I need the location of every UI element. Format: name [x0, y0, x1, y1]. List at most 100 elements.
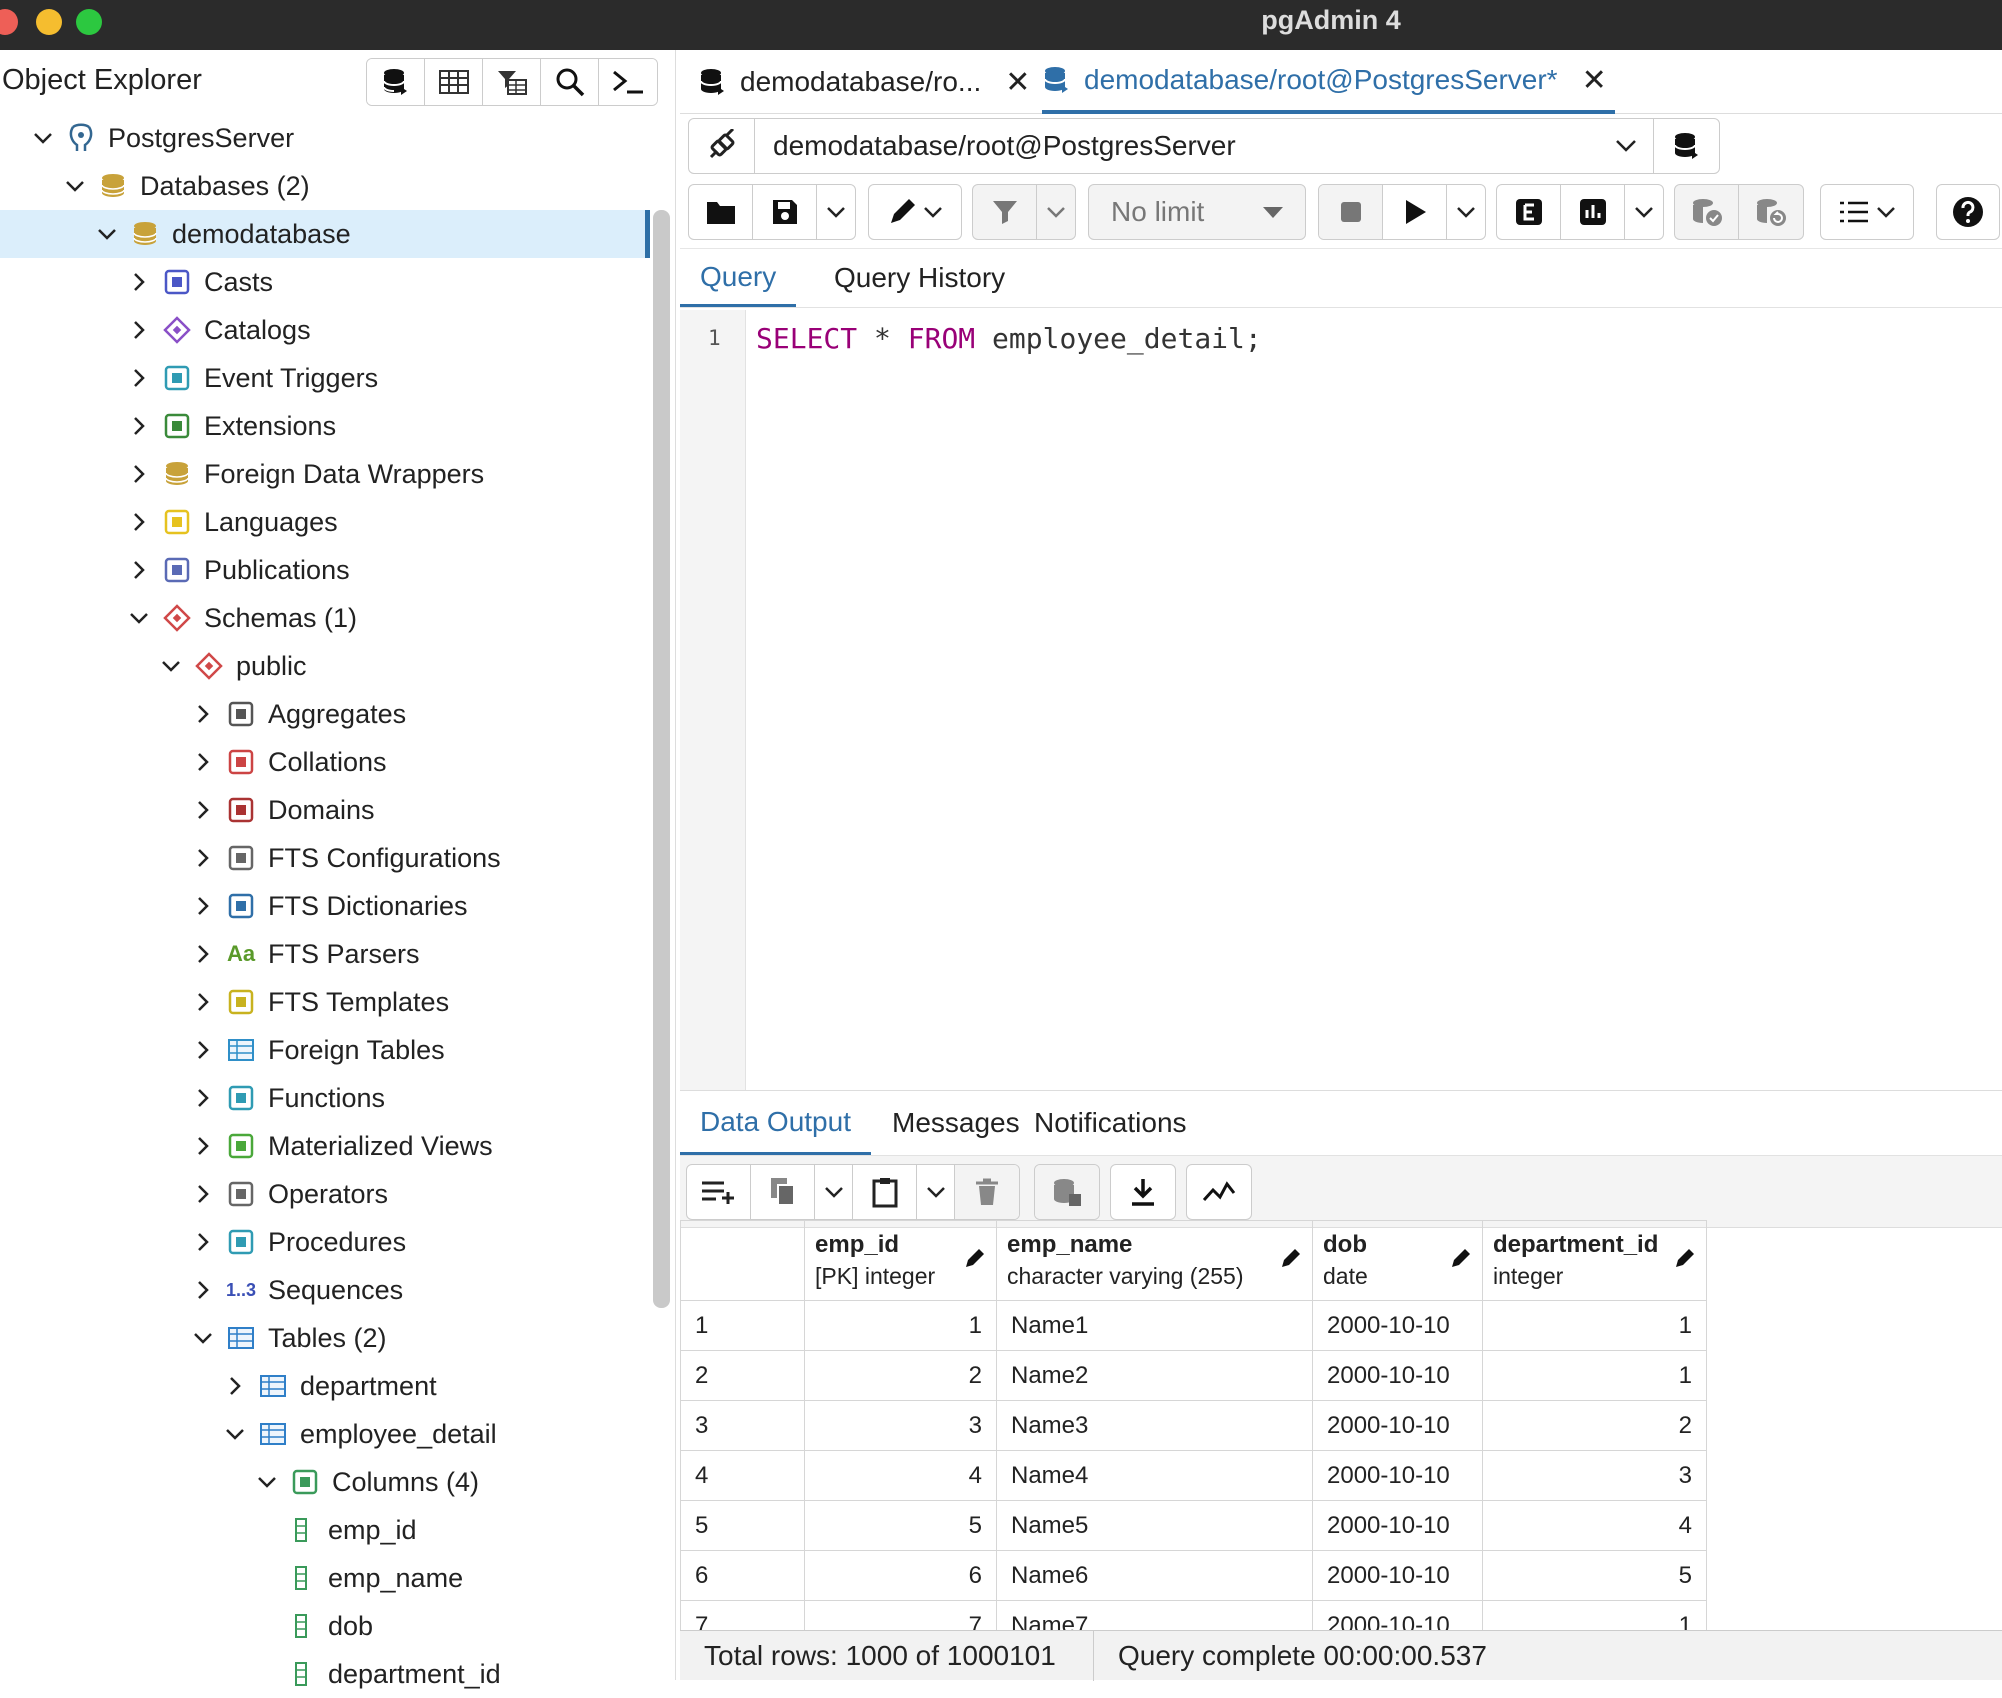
row-number-cell[interactable]: 5	[680, 1500, 805, 1551]
save-options-dropdown[interactable]	[817, 185, 855, 239]
sql-code-line[interactable]: SELECT * FROM employee_detail;	[756, 322, 1262, 355]
dob-cell[interactable]: 2000-10-10	[1312, 1500, 1483, 1551]
explain-analyze-button[interactable]	[1561, 185, 1625, 239]
tree-scrollbar[interactable]	[653, 210, 670, 1308]
chevron-right-icon[interactable]	[188, 1184, 218, 1204]
filter-button[interactable]	[973, 185, 1037, 239]
chevron-right-icon[interactable]	[188, 704, 218, 724]
chevron-down-icon[interactable]	[92, 228, 122, 240]
table-row[interactable]: 1 1 Name1 2000-10-10 1	[680, 1300, 1707, 1351]
chevron-down-icon[interactable]	[188, 1332, 218, 1344]
copy-button[interactable]	[751, 1165, 815, 1219]
chevron-right-icon[interactable]	[188, 848, 218, 868]
copy-options-dropdown[interactable]	[815, 1165, 853, 1219]
emp-name-cell[interactable]: Name1	[996, 1300, 1313, 1351]
chevron-right-icon[interactable]	[124, 512, 154, 532]
column-header-department-id[interactable]: department_id integer	[1482, 1220, 1707, 1301]
tree-node[interactable]: emp_name	[284, 1554, 463, 1602]
tree-node[interactable]: FTS Dictionaries	[188, 882, 468, 930]
explain-options-dropdown[interactable]	[1625, 185, 1663, 239]
row-number-cell[interactable]: 3	[680, 1400, 805, 1451]
tree-node[interactable]: dob	[284, 1602, 373, 1650]
chevron-down-icon[interactable]	[28, 132, 58, 144]
row-number-cell[interactable]: 1	[680, 1300, 805, 1351]
emp-name-cell[interactable]: Name2	[996, 1350, 1313, 1401]
row-number-cell[interactable]: 2	[680, 1350, 805, 1401]
chevron-right-icon[interactable]	[188, 1280, 218, 1300]
tree-node[interactable]: PostgresServer	[28, 114, 294, 162]
tree-node[interactable]: Foreign Tables	[188, 1026, 445, 1074]
tree-node[interactable]: Databases (2)	[60, 162, 310, 210]
tree-node[interactable]: emp_id	[284, 1506, 417, 1554]
tree-node[interactable]: public	[156, 642, 307, 690]
chevron-down-icon[interactable]	[156, 660, 186, 672]
dob-cell[interactable]: 2000-10-10	[1312, 1300, 1483, 1351]
sql-editor[interactable]: 1 SELECT * FROM employee_detail;	[680, 310, 2002, 1090]
tab-notifications[interactable]: Notifications	[1014, 1091, 1207, 1155]
chevron-right-icon[interactable]	[188, 1040, 218, 1060]
tree-node[interactable]: Columns (4)	[252, 1458, 479, 1506]
chevron-right-icon[interactable]	[188, 1088, 218, 1108]
psql-tool-button[interactable]	[599, 59, 657, 105]
tree-node[interactable]: Procedures	[188, 1218, 406, 1266]
tab-query[interactable]: Query	[680, 249, 797, 307]
tree-node[interactable]: Event Triggers	[124, 354, 378, 402]
view-data-button[interactable]	[425, 59, 483, 105]
tree-node[interactable]: demodatabase	[0, 210, 650, 258]
tree-node[interactable]: Operators	[188, 1170, 388, 1218]
rollback-button[interactable]	[1739, 185, 1803, 239]
tree-node[interactable]: Domains	[188, 786, 375, 834]
tree-node[interactable]: Languages	[124, 498, 338, 546]
tree-node[interactable]: Aggregates	[188, 690, 406, 738]
macros-button[interactable]	[1821, 185, 1913, 239]
query-tool-button[interactable]	[367, 59, 425, 105]
tree-node[interactable]: Publications	[124, 546, 350, 594]
edit-menu-button[interactable]	[869, 185, 961, 239]
cancel-query-button[interactable]	[1319, 185, 1383, 239]
tree-node[interactable]: Materialized Views	[188, 1122, 493, 1170]
chevron-down-icon[interactable]	[60, 180, 90, 192]
add-row-button[interactable]	[687, 1165, 751, 1219]
pencil-icon[interactable]	[1674, 1247, 1696, 1269]
close-icon[interactable]: ✕	[1005, 65, 1030, 100]
tree-node[interactable]: department	[220, 1362, 437, 1410]
execute-options-dropdown[interactable]	[1447, 185, 1485, 239]
tab-query-history[interactable]: Query History	[814, 249, 1025, 307]
tree-node[interactable]: FTS Templates	[188, 978, 449, 1026]
department-id-cell[interactable]: 4	[1482, 1500, 1707, 1551]
tree-node[interactable]: Tables (2)	[188, 1314, 387, 1362]
connection-dropdown[interactable]	[1599, 119, 1653, 173]
tree-node[interactable]: department_id	[284, 1650, 501, 1698]
explain-button[interactable]	[1497, 185, 1561, 239]
chevron-right-icon[interactable]	[220, 1376, 250, 1396]
tree-node[interactable]: Aa FTS Parsers	[188, 930, 420, 978]
tab-query-1[interactable]: demodatabase/ro... ✕	[698, 50, 1030, 114]
paste-options-dropdown[interactable]	[917, 1165, 955, 1219]
tab-data-output[interactable]: Data Output	[680, 1091, 871, 1155]
chevron-right-icon[interactable]	[188, 992, 218, 1012]
filter-dropdown[interactable]	[1037, 185, 1075, 239]
column-header-emp-id[interactable]: emp_id [PK] integer	[804, 1220, 997, 1301]
department-id-cell[interactable]: 2	[1482, 1400, 1707, 1451]
row-number-cell[interactable]: 6	[680, 1550, 805, 1601]
chevron-right-icon[interactable]	[188, 944, 218, 964]
delete-button[interactable]	[955, 1165, 1019, 1219]
department-id-cell[interactable]: 1	[1482, 1350, 1707, 1401]
tree-node[interactable]: Schemas (1)	[124, 594, 357, 642]
tree-node[interactable]: FTS Configurations	[188, 834, 501, 882]
department-id-cell[interactable]: 5	[1482, 1550, 1707, 1601]
help-button[interactable]	[1937, 185, 1999, 239]
pencil-icon[interactable]	[1450, 1247, 1472, 1269]
emp-id-cell[interactable]: 1	[804, 1300, 997, 1351]
chevron-right-icon[interactable]	[188, 800, 218, 820]
table-row[interactable]: 6 6 Name6 2000-10-10 5	[680, 1550, 1707, 1601]
graph-visualiser-button[interactable]	[1187, 1165, 1251, 1219]
tree-node[interactable]: Casts	[124, 258, 273, 306]
department-id-cell[interactable]: 1	[1482, 1300, 1707, 1351]
execute-button[interactable]	[1383, 185, 1447, 239]
tree-node[interactable]: Functions	[188, 1074, 385, 1122]
column-header-emp-name[interactable]: emp_name character varying (255)	[996, 1220, 1313, 1301]
dob-cell[interactable]: 2000-10-10	[1312, 1550, 1483, 1601]
close-icon[interactable]: ✕	[1582, 63, 1607, 98]
emp-name-cell[interactable]: Name3	[996, 1400, 1313, 1451]
